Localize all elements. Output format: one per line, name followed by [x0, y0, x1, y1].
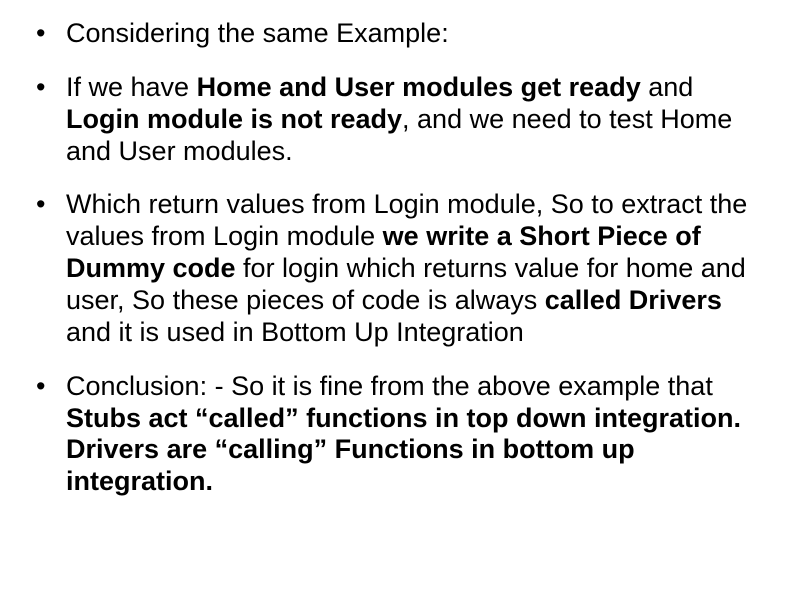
plain-text: and it is used in Bottom Up Integration: [66, 317, 524, 347]
bold-text: Login module is not ready: [66, 104, 402, 134]
plain-text: and: [641, 72, 694, 102]
bold-text: Home and User modules get ready: [197, 72, 641, 102]
bold-text: called Drivers: [545, 285, 722, 315]
bullet-list: Considering the same Example: If we have…: [30, 18, 764, 498]
plain-text: Considering the same Example:: [66, 18, 449, 48]
plain-text: If we have: [66, 72, 197, 102]
slide: Considering the same Example: If we have…: [0, 0, 794, 595]
list-item: If we have Home and User modules get rea…: [30, 72, 764, 168]
plain-text: Conclusion: - So it is fine from the abo…: [66, 371, 713, 401]
list-item: Which return values from Login module, S…: [30, 189, 764, 348]
list-item: Considering the same Example:: [30, 18, 764, 50]
bold-text: Stubs act “called” functions in top down…: [66, 403, 741, 497]
list-item: Conclusion: - So it is fine from the abo…: [30, 371, 764, 498]
